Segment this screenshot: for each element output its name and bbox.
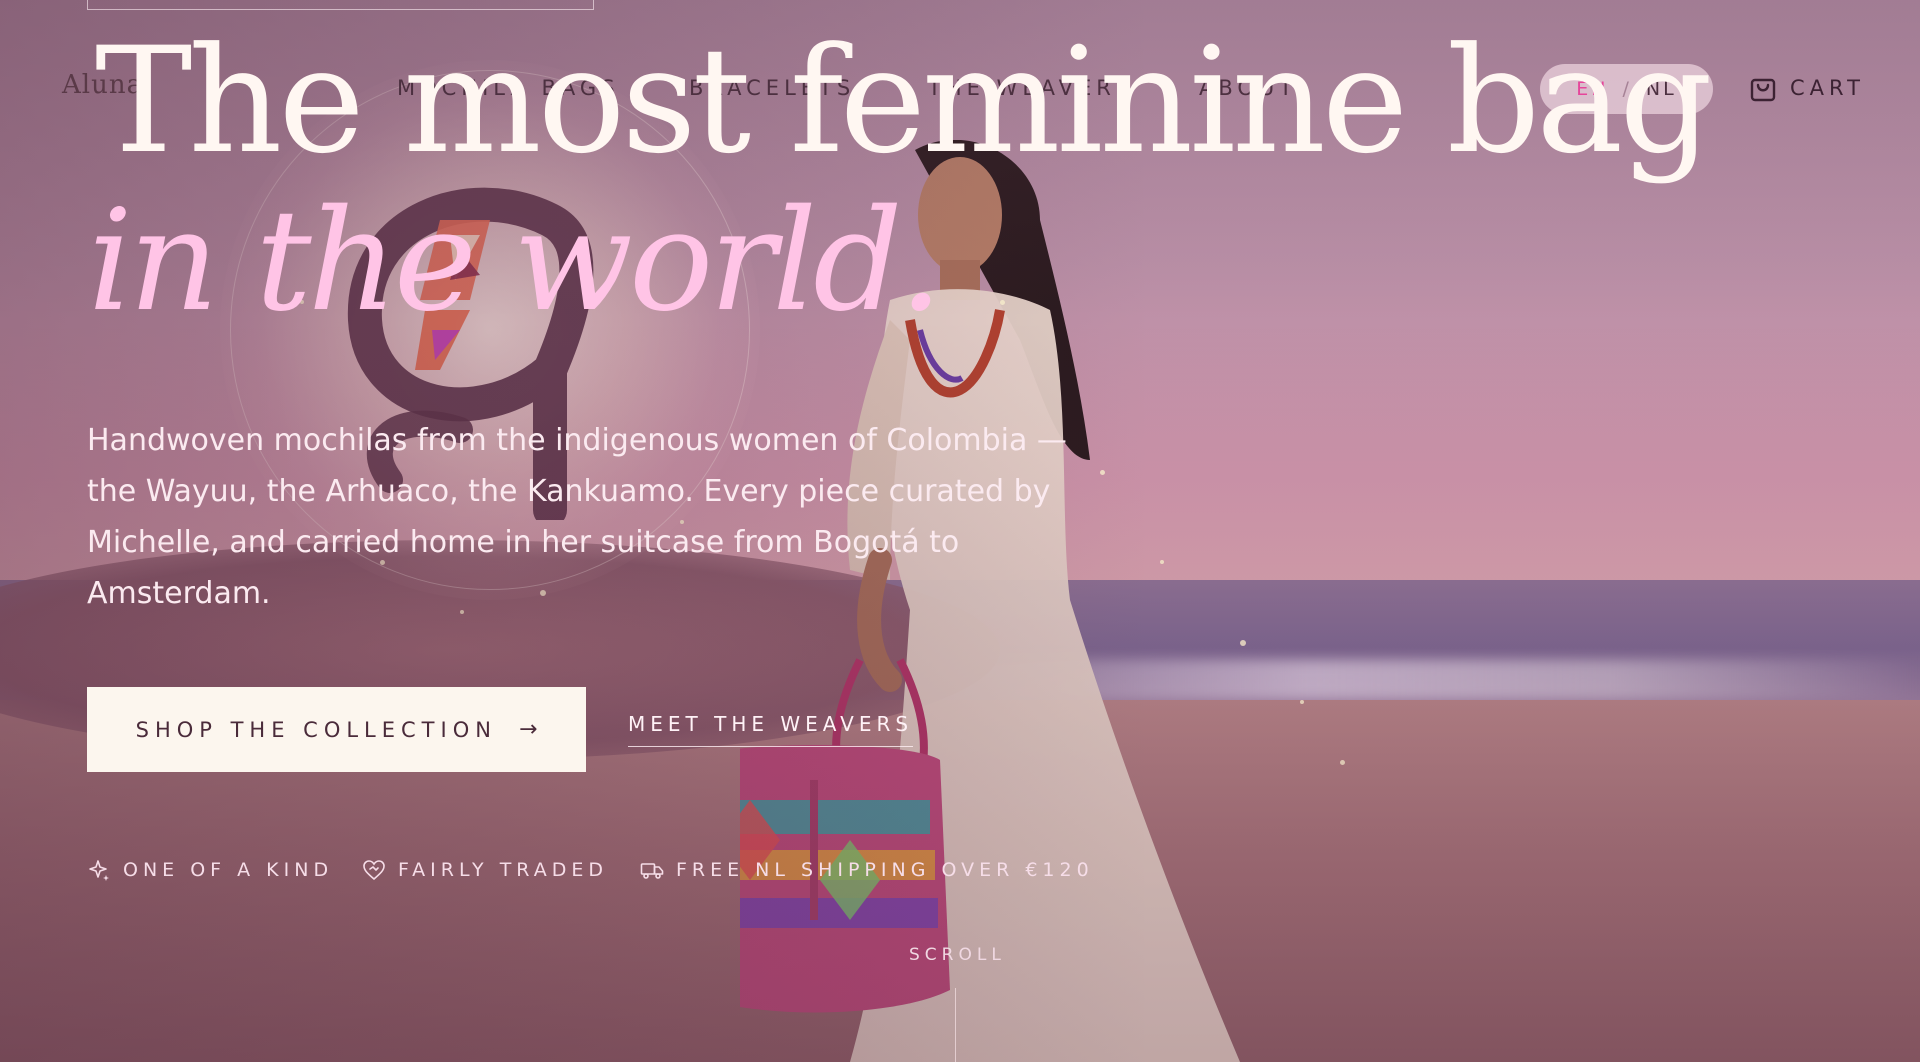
top-frame-box [87, 0, 594, 10]
arrow-right-icon: → [518, 717, 538, 742]
hero-headline: The most feminine bag [95, 16, 1713, 186]
meet-weavers-link[interactable]: MEET THE WEAVERS [628, 712, 914, 747]
scroll-indicator-label[interactable]: SCROLL [909, 945, 1006, 965]
badge-label: FAIRLY TRADED [398, 859, 608, 881]
cart-label: CART [1790, 76, 1865, 100]
badge-label: ONE OF A KIND [123, 859, 334, 881]
heart-handshake-icon [363, 860, 385, 881]
shop-collection-label: SHOP THE COLLECTION [135, 717, 497, 742]
badge-label: FREE NL SHIPPING OVER €120 [676, 859, 1094, 881]
scroll-indicator-line [955, 988, 956, 1062]
shopping-bag-icon [1750, 78, 1776, 102]
badge-fairly-traded: FAIRLY TRADED [362, 858, 608, 882]
hero-headline-accent: in the world. [88, 180, 943, 343]
badge-one-of-a-kind: ONE OF A KIND [87, 858, 333, 882]
cart-button[interactable]: CART [1750, 74, 1865, 102]
hero-description: Handwoven mochilas from the indigenous w… [87, 423, 1067, 611]
shop-collection-button[interactable]: SHOP THE COLLECTION → [87, 687, 586, 772]
badge-free-shipping: FREE NL SHIPPING OVER €120 [640, 858, 1094, 882]
sparkle-icon [89, 860, 109, 881]
truck-icon [640, 863, 664, 879]
